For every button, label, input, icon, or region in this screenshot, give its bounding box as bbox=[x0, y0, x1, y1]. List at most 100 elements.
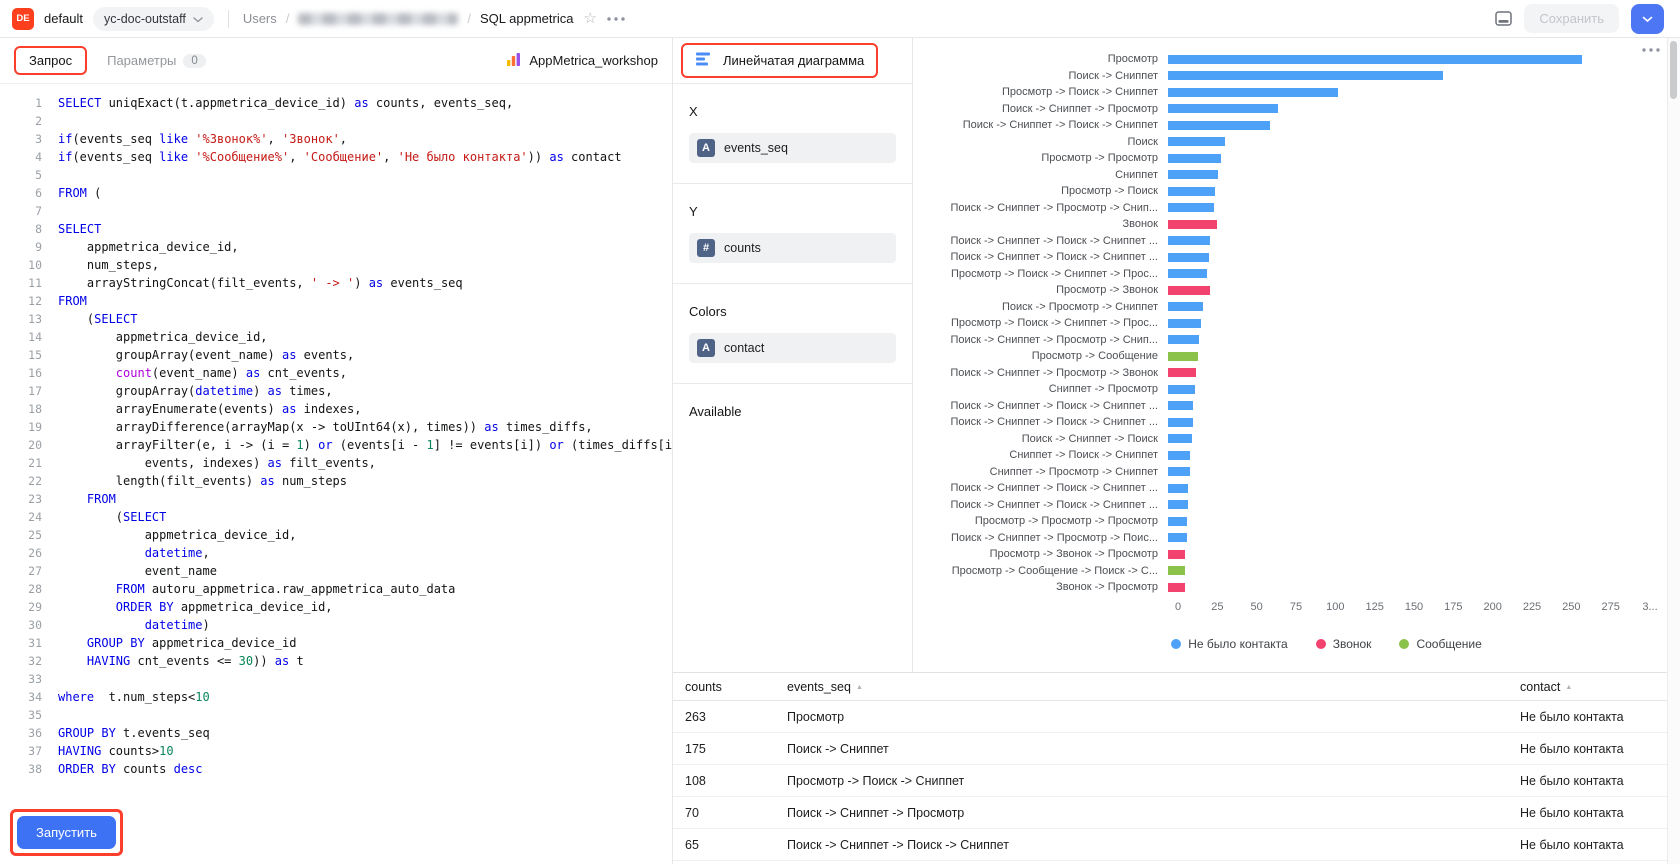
field-type-icon: A bbox=[697, 339, 715, 357]
chart-type-selector[interactable]: Линейчатая диаграмма bbox=[683, 45, 876, 76]
table-row: 70Поиск -> Сниппет -> ПросмотрНе было ко… bbox=[673, 797, 1680, 829]
category-label: Поиск -> Сниппет -> Просмотр -> Звонок bbox=[913, 367, 1168, 379]
category-label: Звонок bbox=[913, 218, 1168, 230]
column-header-events_seq[interactable]: events_seq▲ bbox=[787, 680, 1520, 694]
line-number: 7 bbox=[8, 202, 42, 220]
axis-tick-label: 175 bbox=[1444, 601, 1462, 613]
bar[interactable] bbox=[1168, 88, 1338, 97]
line-number: 16 bbox=[8, 364, 42, 382]
chart-row: Поиск -> Сниппет -> Поиск -> Сниппет ... bbox=[913, 249, 1680, 266]
line-number: 15 bbox=[8, 346, 42, 364]
line-number: 35 bbox=[8, 706, 42, 724]
code-line: 34where t.num_steps<10 bbox=[8, 688, 672, 706]
service-logo[interactable]: DE bbox=[12, 8, 34, 30]
bar[interactable] bbox=[1168, 467, 1190, 476]
code-line: 10 num_steps, bbox=[8, 256, 672, 274]
save-dropdown-button[interactable] bbox=[1631, 4, 1664, 34]
table-cell: Просмотр -> Поиск -> Сниппет bbox=[787, 774, 1520, 788]
chart-type-label: Линейчатая диаграмма bbox=[723, 53, 864, 68]
category-label: Поиск -> Сниппет -> Поиск -> Сниппет ... bbox=[913, 482, 1168, 494]
bar-track bbox=[1168, 517, 1640, 526]
bar[interactable] bbox=[1168, 121, 1270, 130]
bar[interactable] bbox=[1168, 71, 1443, 80]
code-text: ORDER BY appmetrica_device_id, bbox=[58, 598, 333, 616]
tab-query[interactable]: Запрос bbox=[29, 53, 72, 68]
code-line: 30 datetime) bbox=[8, 616, 672, 634]
bar[interactable] bbox=[1168, 269, 1207, 278]
bar[interactable] bbox=[1168, 401, 1193, 410]
bar[interactable] bbox=[1168, 385, 1195, 394]
category-label: Сниппет -> Просмотр bbox=[913, 383, 1168, 395]
table-cell: 65 bbox=[673, 838, 787, 852]
legend-item[interactable]: Сообщение bbox=[1399, 637, 1481, 651]
bar[interactable] bbox=[1168, 517, 1187, 526]
code-line: 29 ORDER BY appmetrica_device_id, bbox=[8, 598, 672, 616]
code-text: length(filt_events) as num_steps bbox=[58, 472, 347, 490]
bar[interactable] bbox=[1168, 500, 1188, 509]
bar[interactable] bbox=[1168, 434, 1192, 443]
line-number: 17 bbox=[8, 382, 42, 400]
code-text: GROUP BY t.events_seq bbox=[58, 724, 210, 742]
bar[interactable] bbox=[1168, 418, 1193, 427]
chart-row: Просмотр -> Поиск -> Сниппет bbox=[913, 84, 1680, 101]
table-cell: Не было контакта bbox=[1520, 710, 1680, 724]
tab-parameters[interactable]: Параметры 0 bbox=[107, 53, 206, 68]
bar-track bbox=[1168, 434, 1640, 443]
bar[interactable] bbox=[1168, 335, 1199, 344]
bar[interactable] bbox=[1168, 187, 1215, 196]
legend-item[interactable]: Звонок bbox=[1316, 637, 1372, 651]
bar[interactable] bbox=[1168, 566, 1185, 575]
scrollbar-thumb[interactable] bbox=[1670, 41, 1677, 99]
table-cell: 175 bbox=[673, 742, 787, 756]
connection-selector[interactable]: AppMetrica_workshop bbox=[506, 52, 658, 70]
field-chip-contact[interactable]: Acontact bbox=[689, 333, 896, 363]
bar[interactable] bbox=[1168, 451, 1190, 460]
bar[interactable] bbox=[1168, 319, 1201, 328]
bar[interactable] bbox=[1168, 368, 1196, 377]
field-chip-counts[interactable]: #counts bbox=[689, 233, 896, 263]
bar[interactable] bbox=[1168, 203, 1214, 212]
column-header-counts[interactable]: counts bbox=[673, 680, 787, 694]
run-query-button[interactable]: Запустить bbox=[17, 816, 116, 849]
bar[interactable] bbox=[1168, 550, 1185, 559]
legend-item[interactable]: Не было контакта bbox=[1171, 637, 1287, 651]
more-options-icon[interactable] bbox=[607, 17, 625, 21]
bar-track bbox=[1168, 385, 1640, 394]
result-table: countsevents_seq▲contact▲ 263ПросмотрНе … bbox=[673, 672, 1680, 864]
bar[interactable] bbox=[1168, 55, 1582, 64]
chart-row: Просмотр -> Просмотр bbox=[913, 150, 1680, 167]
breadcrumb-users[interactable]: Users bbox=[243, 11, 277, 26]
bar[interactable] bbox=[1168, 484, 1188, 493]
axis-tick-label: 225 bbox=[1523, 601, 1541, 613]
bar[interactable] bbox=[1168, 236, 1210, 245]
layout-toggle-icon[interactable] bbox=[1495, 11, 1512, 26]
sql-editor[interactable]: 1SELECT uniqExact(t.appmetrica_device_id… bbox=[0, 84, 672, 864]
line-number: 36 bbox=[8, 724, 42, 742]
save-button[interactable]: Сохранить bbox=[1524, 4, 1619, 33]
bar[interactable] bbox=[1168, 302, 1203, 311]
bar[interactable] bbox=[1168, 286, 1210, 295]
bar[interactable] bbox=[1168, 533, 1187, 542]
field-chip-events_seq[interactable]: Aevents_seq bbox=[689, 133, 896, 163]
bar-track bbox=[1168, 71, 1640, 80]
column-header-contact[interactable]: contact▲ bbox=[1520, 680, 1680, 694]
bar-track bbox=[1168, 104, 1640, 113]
table-header-row: countsevents_seq▲contact▲ bbox=[673, 673, 1680, 701]
line-number: 25 bbox=[8, 526, 42, 544]
folder-selector[interactable]: yc-doc-outstaff bbox=[93, 7, 214, 31]
favorite-star-icon[interactable]: ☆ bbox=[583, 11, 596, 26]
bar[interactable] bbox=[1168, 170, 1218, 179]
code-text: groupArray(datetime) as times, bbox=[58, 382, 333, 400]
bar[interactable] bbox=[1168, 253, 1209, 262]
config-section-x: XAevents_seq bbox=[673, 84, 912, 184]
bar[interactable] bbox=[1168, 154, 1221, 163]
bar[interactable] bbox=[1168, 352, 1198, 361]
chevron-down-icon bbox=[1642, 11, 1653, 26]
bar[interactable] bbox=[1168, 583, 1185, 592]
chart-row: Поиск -> Сниппет bbox=[913, 68, 1680, 85]
bar[interactable] bbox=[1168, 137, 1225, 146]
category-label: Просмотр -> Просмотр -> Просмотр bbox=[913, 515, 1168, 527]
chart-row: Звонок bbox=[913, 216, 1680, 233]
bar[interactable] bbox=[1168, 104, 1278, 113]
bar[interactable] bbox=[1168, 220, 1217, 229]
